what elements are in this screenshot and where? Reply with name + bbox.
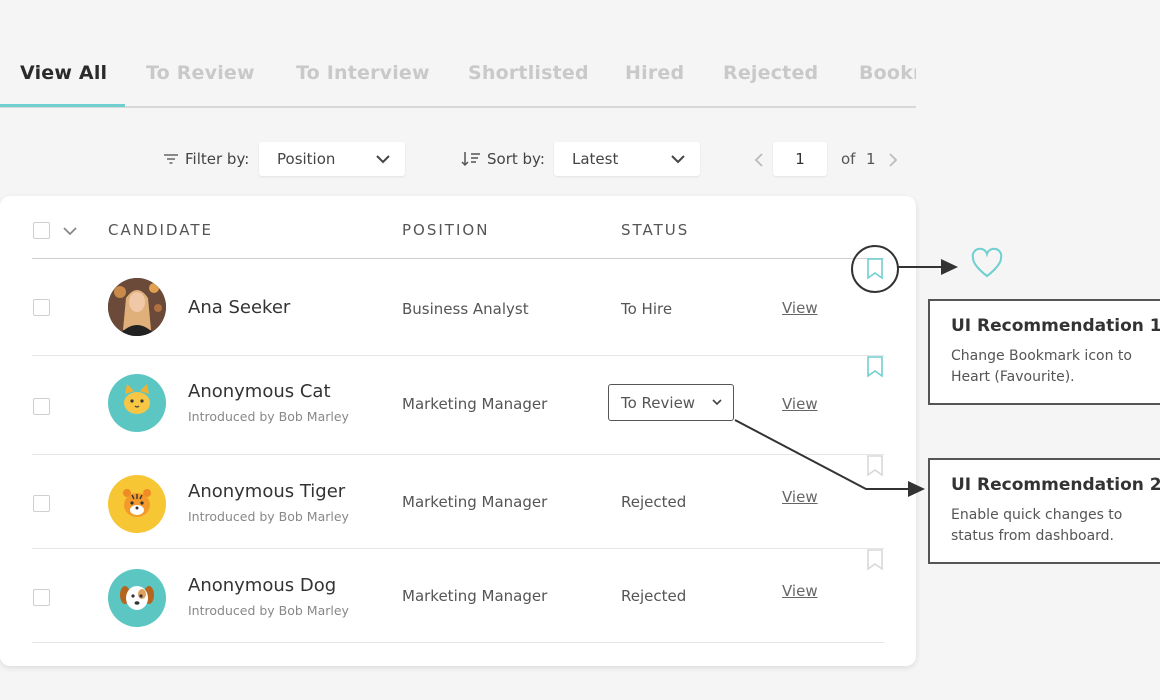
recommendation-text: Enable quick changes to status from dash… bbox=[951, 507, 1123, 544]
recommendation-box-1: UI Recommendation 1 Change Bookmark icon… bbox=[928, 299, 1160, 405]
recommendation-box-2: UI Recommendation 2 Enable quick changes… bbox=[928, 458, 1160, 564]
recommendation-title: UI Recommendation 1 bbox=[951, 316, 1160, 336]
arrow-head bbox=[941, 259, 958, 275]
arrow-line bbox=[734, 419, 910, 490]
heart-icon bbox=[971, 247, 1003, 278]
highlight-circle bbox=[851, 245, 899, 293]
recommendation-title: UI Recommendation 2 bbox=[951, 475, 1160, 495]
arrow-head bbox=[908, 481, 925, 497]
recommendation-text: Change Bookmark icon to Heart (Favourite… bbox=[951, 348, 1132, 385]
